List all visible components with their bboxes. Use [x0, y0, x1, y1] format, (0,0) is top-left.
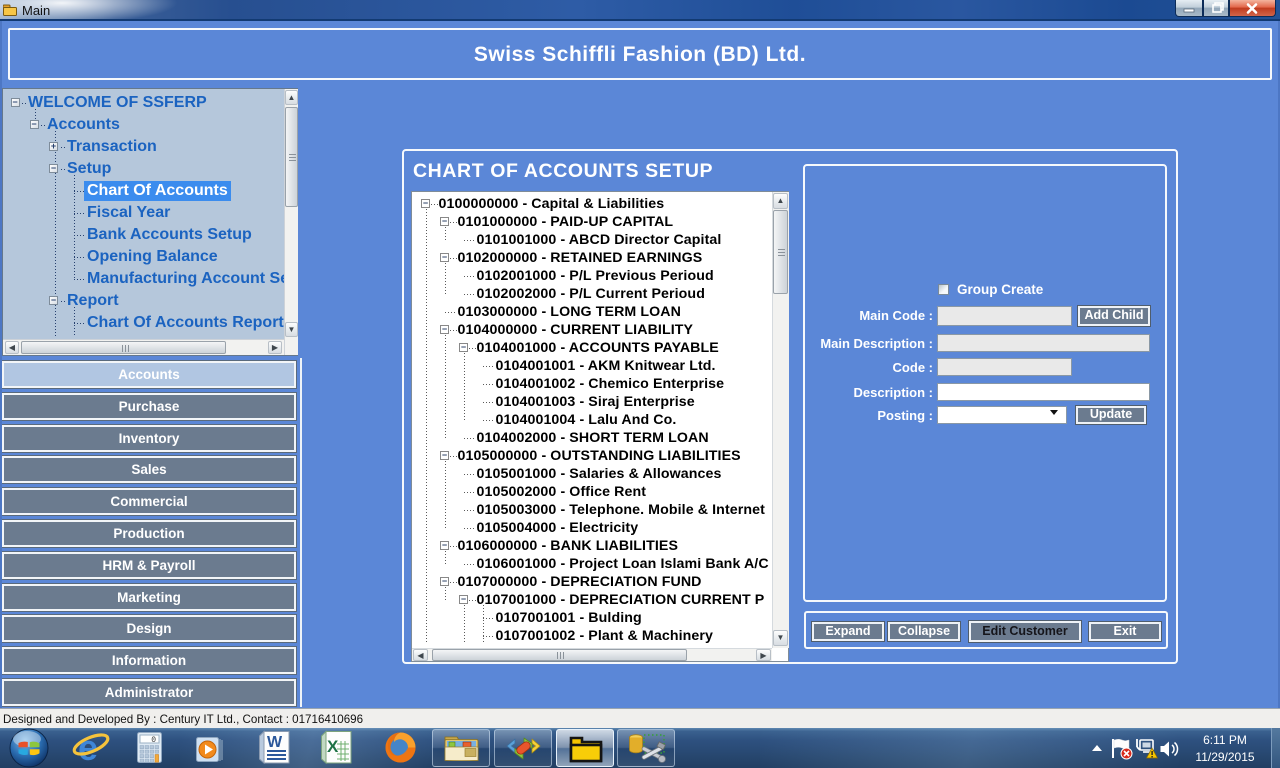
svg-text:X: X — [327, 737, 339, 756]
svg-text:W: W — [267, 734, 283, 751]
svg-text:0: 0 — [151, 736, 156, 745]
